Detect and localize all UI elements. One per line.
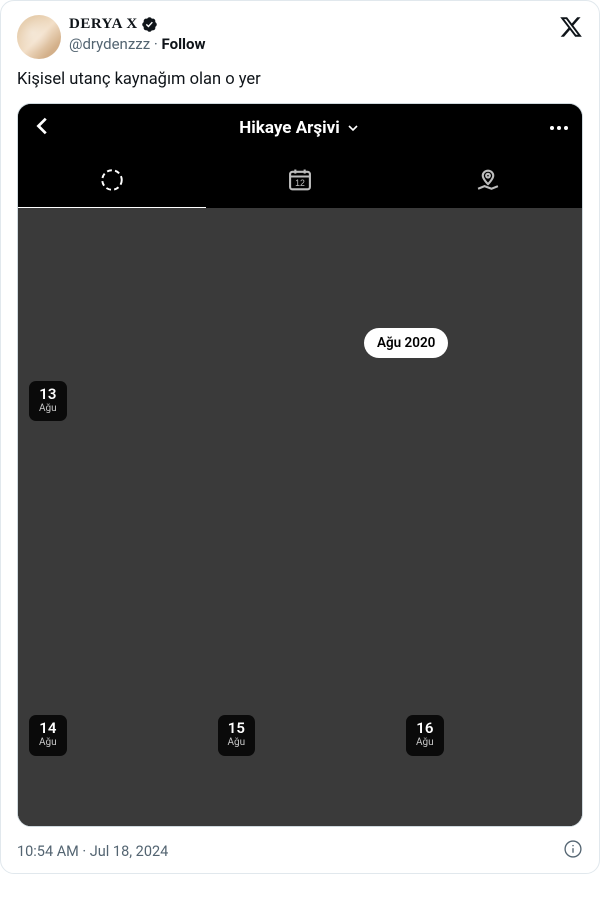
grid-cell[interactable]: 16 Ağu	[395, 704, 582, 826]
x-logo-icon[interactable]	[559, 15, 583, 43]
grid-cell[interactable]: 15 Ağu	[207, 704, 394, 826]
map-pin-icon	[474, 166, 502, 194]
verified-badge-icon	[141, 16, 158, 33]
handle[interactable]: @drydenzzz	[69, 35, 150, 53]
tab-stories[interactable]	[18, 152, 206, 208]
date-badge: 15 Ağu	[218, 715, 256, 755]
display-name[interactable]: DERYA X	[69, 15, 138, 35]
archive-tabs: 12	[18, 152, 582, 208]
grid-cell[interactable]	[18, 208, 205, 368]
date-badge: 16 Ağu	[406, 715, 444, 755]
back-button[interactable]	[32, 115, 54, 141]
date-badge: 14 Ağu	[29, 715, 67, 755]
month-indicator-pill: Ağu 2020	[364, 328, 448, 358]
archive-header: Hikaye Arşivi	[18, 104, 582, 152]
tweet-text: Kişisel utanç kaynağım olan o yer	[17, 69, 583, 91]
tweet-timestamp[interactable]: 10:54 AM · Jul 18, 2024	[17, 843, 168, 860]
calendar-icon: 12	[286, 166, 314, 194]
more-options-button[interactable]	[550, 126, 568, 130]
archive-title-dropdown[interactable]: Hikaye Arşivi	[239, 118, 360, 138]
chevron-down-icon	[345, 120, 361, 136]
archive-grid: Ağu 2020 13 Ağu 14	[18, 208, 582, 826]
embedded-screenshot: Hikaye Arşivi 12	[17, 103, 583, 827]
follow-link[interactable]: Follow	[162, 35, 206, 53]
grid-cell[interactable]	[395, 370, 582, 703]
grid-cell[interactable]: 13 Ağu	[18, 370, 205, 703]
date-badge: 13 Ağu	[29, 381, 67, 421]
tab-calendar[interactable]: 12	[206, 152, 394, 208]
archive-title-text: Hikaye Arşivi	[239, 118, 339, 138]
info-icon[interactable]	[563, 839, 583, 863]
tweet-footer: 10:54 AM · Jul 18, 2024	[17, 839, 583, 863]
grid-cell[interactable]: 14 Ağu	[18, 704, 205, 826]
svg-text:12: 12	[295, 178, 305, 188]
avatar[interactable]	[17, 15, 61, 59]
tweet-header: DERYA X @drydenzzz · Follow	[17, 15, 583, 59]
stories-circle-icon	[99, 167, 125, 193]
grid-cell[interactable]	[207, 370, 394, 703]
tab-map[interactable]	[394, 152, 582, 208]
